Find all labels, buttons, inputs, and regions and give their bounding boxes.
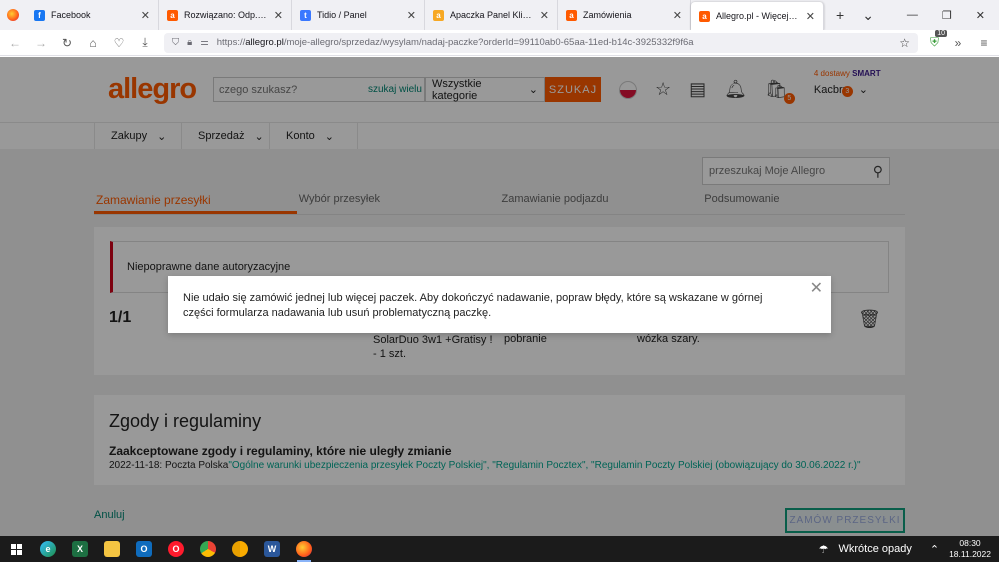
- close-tab-icon[interactable]: ✕: [141, 9, 150, 22]
- tab-label: Facebook: [51, 10, 91, 20]
- browser-tab[interactable]: a Rozwiązano: Odp.: Poczta w ✕: [159, 0, 292, 30]
- tab-tools: + ⌄: [824, 0, 874, 30]
- tidio-icon: t: [300, 9, 311, 21]
- outlook-icon: O: [136, 541, 152, 557]
- restore-icon[interactable]: ❐: [942, 9, 952, 22]
- taskbar: e X O O W ☂ Wkrótce opady ⌃ 08:30 18.11.2…: [0, 536, 999, 562]
- forward-icon[interactable]: →: [34, 36, 48, 50]
- permissions-icon[interactable]: ⚌: [200, 37, 209, 48]
- apaczka-icon: a: [433, 9, 444, 21]
- minimize-icon[interactable]: —: [907, 9, 918, 21]
- browser-tab[interactable]: f Facebook ✕: [26, 0, 159, 30]
- new-tab-icon[interactable]: +: [836, 7, 844, 23]
- shield-icon[interactable]: ⛉: [172, 37, 179, 48]
- firefox-icon: [296, 541, 312, 557]
- excel-icon: X: [72, 541, 88, 557]
- taskbar-outlook[interactable]: O: [128, 536, 160, 562]
- back-icon[interactable]: ←: [8, 36, 22, 50]
- bookmark-star-icon[interactable]: ☆: [899, 36, 910, 50]
- error-modal: Nie udało się zamówić jednej lub więcej …: [168, 276, 831, 333]
- windows-icon: [10, 543, 22, 555]
- chrome-icon: [200, 541, 216, 557]
- tab-label: Zamówienia: [583, 10, 632, 20]
- taskbar-word[interactable]: W: [256, 536, 288, 562]
- weather-icon[interactable]: ☂: [819, 543, 829, 556]
- taskbar-explorer[interactable]: [96, 536, 128, 562]
- browser-tab[interactable]: a Allegro.pl - Więcej niż aukc ✕: [691, 2, 824, 30]
- navigation-bar: ← → ↻ ⌂ ♡ ⤓ ⛉ 🔒︎ ⚌ https://allegro.pl/mo…: [0, 30, 999, 56]
- word-icon: W: [264, 541, 280, 557]
- list-all-tabs-icon[interactable]: ⌄: [862, 7, 874, 24]
- close-tab-icon[interactable]: ✕: [806, 10, 815, 23]
- close-tab-icon[interactable]: ✕: [407, 9, 416, 22]
- weather-text[interactable]: Wkrótce opady: [838, 543, 911, 555]
- browser-tab[interactable]: a Apaczka Panel Klienta ✕: [425, 0, 558, 30]
- close-window-icon[interactable]: ✕: [976, 9, 985, 22]
- taskbar-opera[interactable]: O: [160, 536, 192, 562]
- clock[interactable]: 08:30 18.11.2022: [949, 538, 991, 560]
- app-menu-icon[interactable]: ≡: [977, 36, 991, 50]
- home-icon[interactable]: ⌂: [86, 36, 100, 50]
- browser-tab[interactable]: a Zamówienia ✕: [558, 0, 691, 30]
- taskbar-chrome[interactable]: [192, 536, 224, 562]
- tab-label: Apaczka Panel Klienta: [450, 10, 534, 20]
- allegro-icon: a: [167, 9, 178, 21]
- browser-tab[interactable]: t Tidio / Panel ✕: [292, 0, 425, 30]
- overflow-menu-icon[interactable]: »: [951, 36, 965, 50]
- facebook-icon: f: [34, 9, 45, 21]
- pocket-icon[interactable]: ♡: [112, 36, 126, 50]
- taskbar-chrome-canary[interactable]: [224, 536, 256, 562]
- window-controls: — ❐ ✕: [907, 0, 999, 30]
- close-icon[interactable]: ✕: [810, 281, 823, 297]
- downloads-icon[interactable]: ⤓: [138, 35, 152, 50]
- folder-icon: [104, 541, 120, 557]
- reload-icon[interactable]: ↻: [60, 36, 74, 50]
- tab-label: Rozwiązano: Odp.: Poczta w: [184, 10, 268, 20]
- opera-icon: O: [168, 541, 184, 557]
- url-text: https://allegro.pl/moje-allegro/sprzedaz…: [216, 37, 694, 48]
- system-tray: ☂ Wkrótce opady ⌃ 08:30 18.11.2022: [819, 538, 999, 560]
- chrome-canary-icon: [232, 541, 248, 557]
- taskbar-edge[interactable]: e: [32, 536, 64, 562]
- extension-icon[interactable]: ⛨ 10: [930, 30, 947, 50]
- tab-label: Allegro.pl - Więcej niż aukc: [716, 11, 800, 21]
- close-tab-icon[interactable]: ✕: [673, 9, 682, 22]
- lock-icon[interactable]: 🔒︎: [187, 37, 192, 48]
- firefox-icon: [7, 9, 19, 21]
- taskbar-firefox[interactable]: [288, 536, 320, 562]
- taskbar-excel[interactable]: X: [64, 536, 96, 562]
- allegro-icon: a: [566, 9, 577, 21]
- close-tab-icon[interactable]: ✕: [540, 9, 549, 22]
- address-bar[interactable]: ⛉ 🔒︎ ⚌ https://allegro.pl/moje-allegro/s…: [164, 32, 918, 53]
- allegro-icon: a: [699, 10, 710, 22]
- browser-tab-strip: f Facebook ✕ a Rozwiązano: Odp.: Poczta w ✕ tT…: [0, 0, 999, 30]
- edge-icon: e: [40, 541, 56, 557]
- start-button[interactable]: [0, 543, 32, 555]
- firefox-menu-button[interactable]: [0, 0, 26, 30]
- chevron-up-icon[interactable]: ⌃: [930, 543, 939, 556]
- modal-message: Nie udało się zamówić jednej lub więcej …: [183, 292, 763, 319]
- tab-label: Tidio / Panel: [317, 10, 367, 20]
- close-tab-icon[interactable]: ✕: [274, 9, 283, 22]
